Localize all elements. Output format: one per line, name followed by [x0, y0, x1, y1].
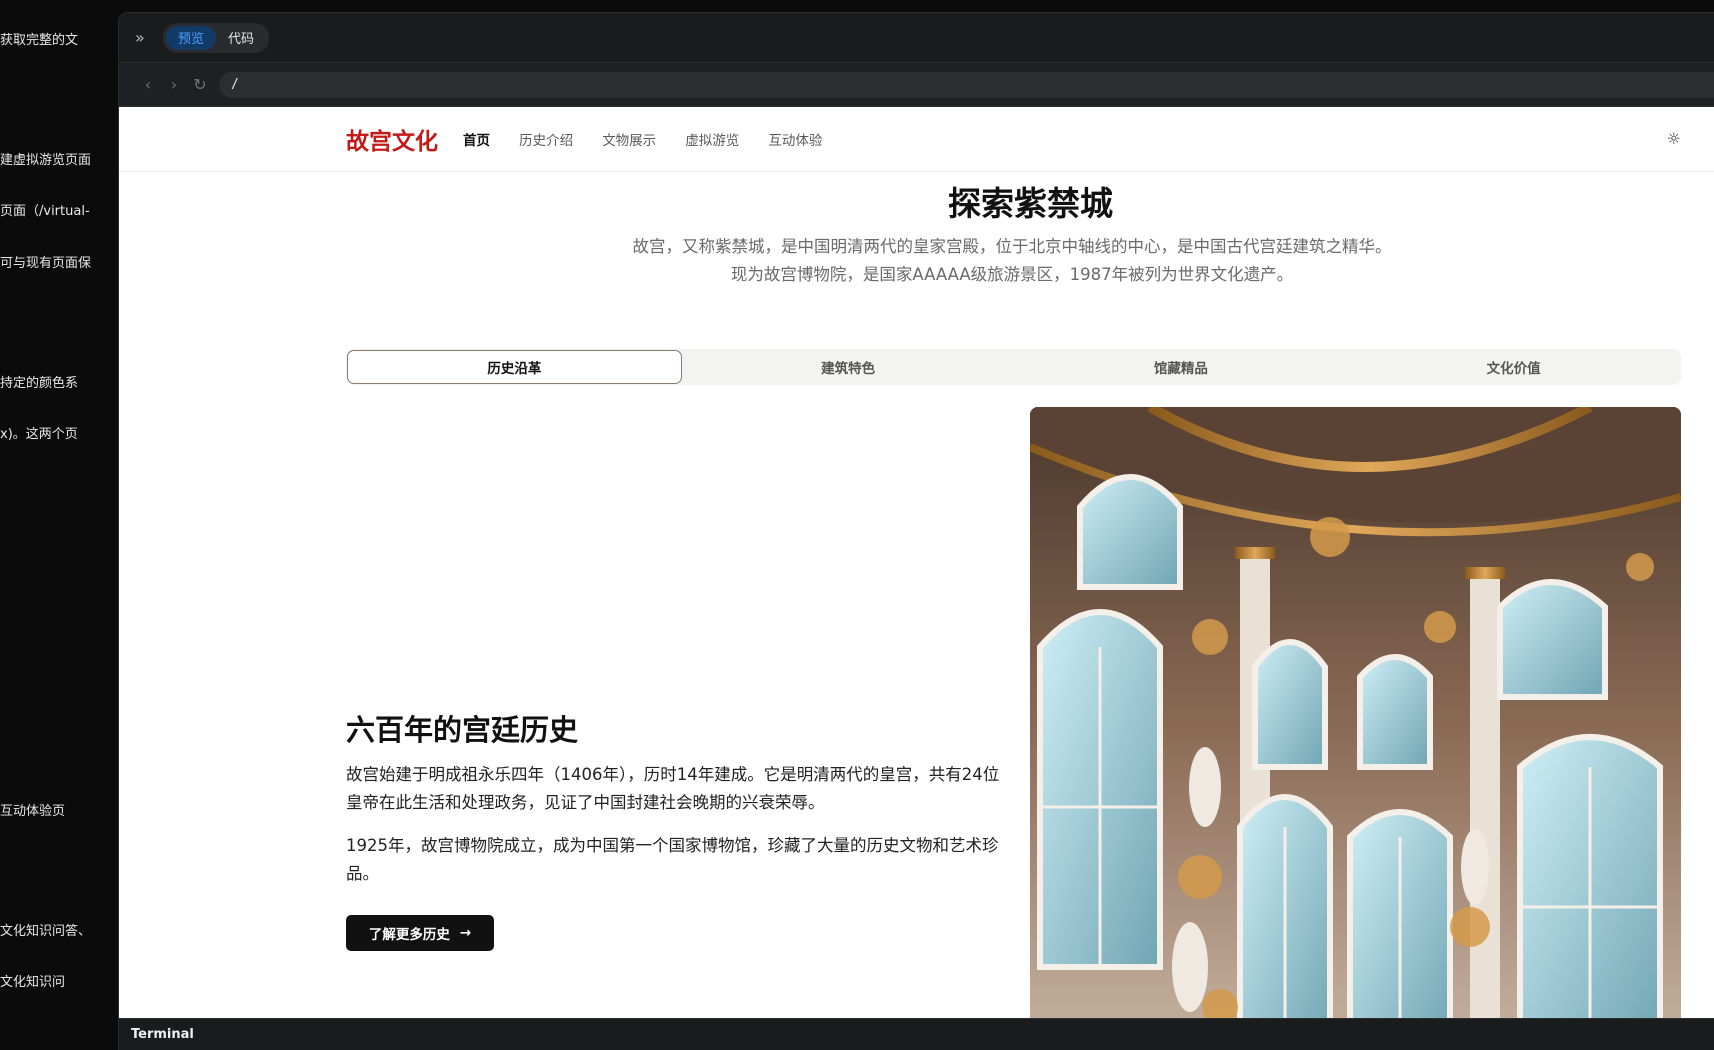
reload-icon[interactable]: ↻	[187, 75, 213, 94]
chat-line: 文化知识问	[0, 975, 66, 990]
site-nav: 首页 历史介绍 文物展示 虚拟游览 互动体验	[463, 129, 846, 149]
tab-history[interactable]: 历史沿革	[347, 350, 682, 384]
history-paragraph: 故宫始建于明成祖永乐四年（1406年），历时14年建成。它是明清两代的皇宫，共有…	[346, 765, 1000, 812]
back-icon[interactable]: ‹	[135, 75, 161, 94]
learn-more-label: 了解更多历史	[368, 927, 450, 943]
terminal-panel[interactable]: Terminal	[119, 1018, 1714, 1050]
chat-line: 可与现有页面保	[0, 256, 92, 271]
chat-line: 建虚拟游览页面	[0, 153, 92, 168]
section-tabs: 历史沿革 建筑特色 馆藏精品 文化价值	[346, 349, 1681, 385]
chat-line: x)。这两个页	[0, 427, 78, 442]
forward-icon[interactable]: ›	[161, 75, 187, 94]
site-header: 故宫文化 首页 历史介绍 文物展示 虚拟游览 互动体验 ☼	[119, 107, 1714, 172]
nav-history[interactable]: 历史介绍	[519, 133, 573, 149]
code-tab[interactable]: 代码	[216, 26, 266, 50]
tab-architecture[interactable]: 建筑特色	[682, 350, 1015, 384]
chat-panel: 获取完整的文 建虚拟游览页面 页面（/virtual- 可与现有页面保 持定的颜…	[0, 0, 118, 1050]
hero-description: 故宫，又称紫禁城，是中国明清两代的皇家宫殿，位于北京中轴线的中心，是中国古代宫廷…	[632, 237, 1392, 284]
chat-line: 页面（/virtual-	[0, 204, 90, 219]
chevrons-right-icon[interactable]: »	[135, 28, 155, 47]
browser-bar: ‹ › ↻ /	[119, 63, 1714, 107]
hero-title: 探索紫禁城	[948, 184, 1113, 223]
chat-line: 互动体验页	[0, 804, 66, 819]
nav-virtual-tour[interactable]: 虚拟游览	[685, 133, 739, 149]
url-input[interactable]: /	[219, 71, 1714, 98]
preview-toolbar: » 预览 代码	[119, 13, 1714, 63]
nav-artifacts[interactable]: 文物展示	[602, 133, 656, 149]
history-paragraph: 1925年，故宫博物院成立，成为中国第一个国家博物馆，珍藏了大量的历史文物和艺术…	[346, 836, 999, 883]
site-page: 故宫文化 首页 历史介绍 文物展示 虚拟游览 互动体验 ☼ 探索紫禁城 故宫，又…	[119, 107, 1714, 1019]
nav-home[interactable]: 首页	[463, 133, 490, 149]
nav-interactive[interactable]: 互动体验	[768, 133, 822, 149]
section-title: 六百年的宫廷历史	[346, 713, 579, 747]
preview-tab[interactable]: 预览	[166, 25, 217, 50]
chat-line: 持定的颜色系	[0, 376, 79, 391]
tab-collection[interactable]: 馆藏精品	[1015, 350, 1348, 384]
sun-icon[interactable]: ☼	[1667, 129, 1681, 148]
preview-window: » 预览 代码 ‹ › ↻ / 故宫文化 首页 历史介绍 文物展示 虚拟游览 互…	[118, 12, 1714, 1050]
palace-interior-image	[1030, 407, 1681, 1019]
arrow-right-icon: →	[459, 925, 472, 941]
learn-more-button[interactable]: 了解更多历史 →	[346, 915, 494, 951]
site-logo[interactable]: 故宫文化	[346, 122, 438, 156]
view-toggle: 预览 代码	[163, 22, 270, 53]
chat-line: 文化知识问答、	[0, 924, 92, 939]
tab-culture[interactable]: 文化价值	[1347, 350, 1680, 384]
terminal-label: Terminal	[131, 1027, 194, 1042]
chat-line: 获取完整的文	[0, 33, 79, 48]
